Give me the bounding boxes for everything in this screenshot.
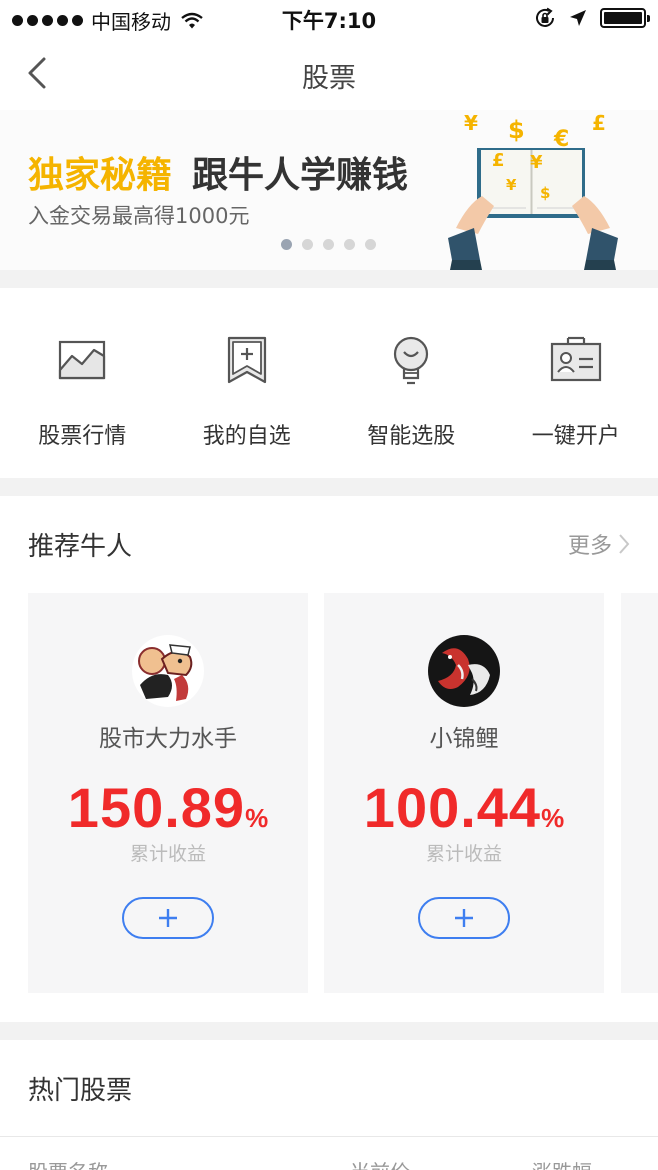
banner-headline-text: 跟牛人学赚钱 [192, 155, 409, 196]
pager-dot[interactable] [302, 239, 313, 250]
column-header-change: 涨跌幅 [532, 1156, 592, 1170]
quick-action-label: 一键开户 [531, 424, 620, 449]
plus-icon [159, 909, 177, 927]
quick-action-label: 我的自选 [202, 424, 291, 449]
banner-headline: 独家秘籍 跟牛人学赚钱 [28, 146, 408, 198]
yen-symbol: ¥ [530, 152, 543, 173]
quick-action-market[interactable]: 股票行情 [0, 288, 165, 478]
column-header-price: 当前价 [350, 1156, 410, 1170]
quick-action-label: 股票行情 [38, 424, 127, 449]
avatar [132, 635, 204, 707]
pager-dot[interactable] [323, 239, 334, 250]
euro-symbol: € [553, 127, 569, 152]
quick-action-open-account[interactable]: 一键开户 [494, 288, 658, 478]
recommended-traders-section: 推荐牛人 更多 股市大力水手 150.89% 累计收益 小锦鲤 100.44% … [0, 496, 658, 1022]
return-value: 150.89 [67, 776, 246, 839]
column-header-name: 股票名称 [28, 1156, 108, 1170]
quick-action-smart-pick[interactable]: 智能选股 [329, 288, 494, 478]
avatar [428, 635, 500, 707]
page-title: 股票 [302, 63, 356, 94]
return-value: 100.44 [363, 776, 542, 839]
pound-symbol: £ [592, 111, 606, 135]
return-unit: % [245, 803, 269, 833]
dollar-symbol: $ [508, 116, 525, 144]
status-bar: 中国移动 下午7:10 [0, 0, 658, 36]
pager-dot[interactable] [365, 239, 376, 250]
yen-symbol: ¥ [506, 176, 517, 194]
yen-symbol: ¥ [464, 111, 478, 135]
rotation-lock-icon [536, 7, 554, 27]
follow-button[interactable] [418, 897, 510, 939]
lightbulb-icon [394, 336, 429, 385]
promo-banner[interactable]: 独家秘籍 跟牛人学赚钱 入金交易最高得1000元 ¥ $ £ € £ ¥ ¥ $ [0, 110, 658, 270]
more-link[interactable]: 更多 [568, 528, 630, 560]
return-caption: 累计收益 [129, 843, 206, 865]
nav-bar: 股票 [0, 36, 658, 110]
pager-dot[interactable] [281, 239, 292, 250]
return-unit: % [541, 803, 565, 833]
quick-action-label: 智能选股 [367, 424, 456, 449]
banner-subtitle: 入金交易最高得1000元 [28, 204, 250, 228]
divider [0, 1136, 658, 1137]
hot-stocks-section: 热门股票 股票名称 当前价 涨跌幅 [0, 1040, 658, 1170]
chart-icon [59, 340, 106, 380]
banner-pager[interactable] [281, 239, 376, 250]
location-arrow-icon [570, 10, 586, 26]
quick-action-watchlist[interactable]: 我的自选 [165, 288, 330, 478]
follow-button[interactable] [122, 897, 214, 939]
return-caption: 累计收益 [425, 843, 502, 865]
trader-card-partial[interactable] [621, 593, 658, 993]
trader-cumulative-return: 150.89% [28, 775, 308, 840]
more-link-label: 更多 [567, 534, 612, 559]
chevron-right-icon [619, 534, 630, 554]
id-card-icon [550, 336, 601, 382]
trader-cumulative-return: 100.44% [324, 775, 604, 840]
section-title: 热门股票 [28, 1076, 133, 1106]
pound-symbol: £ [492, 150, 505, 171]
trader-name: 小锦鲤 [429, 726, 499, 752]
plus-icon [455, 909, 473, 927]
status-bar-right [534, 7, 650, 29]
section-title: 推荐牛人 [28, 532, 133, 562]
trader-name: 股市大力水手 [99, 726, 237, 752]
trader-card[interactable]: 股市大力水手 150.89% 累计收益 [28, 593, 308, 993]
dollar-symbol: $ [540, 184, 550, 202]
battery-icon [600, 8, 650, 28]
quick-actions: 股票行情 我的自选 智能选股 一键开户 [0, 288, 658, 478]
pager-dot[interactable] [344, 239, 355, 250]
banner-headline-highlight: 独家秘籍 [28, 155, 173, 196]
bookmark-add-icon [227, 336, 266, 384]
trader-card[interactable]: 小锦鲤 100.44% 累计收益 [324, 593, 604, 993]
money-book-illustration: ¥ $ £ € £ ¥ ¥ $ [448, 111, 618, 270]
